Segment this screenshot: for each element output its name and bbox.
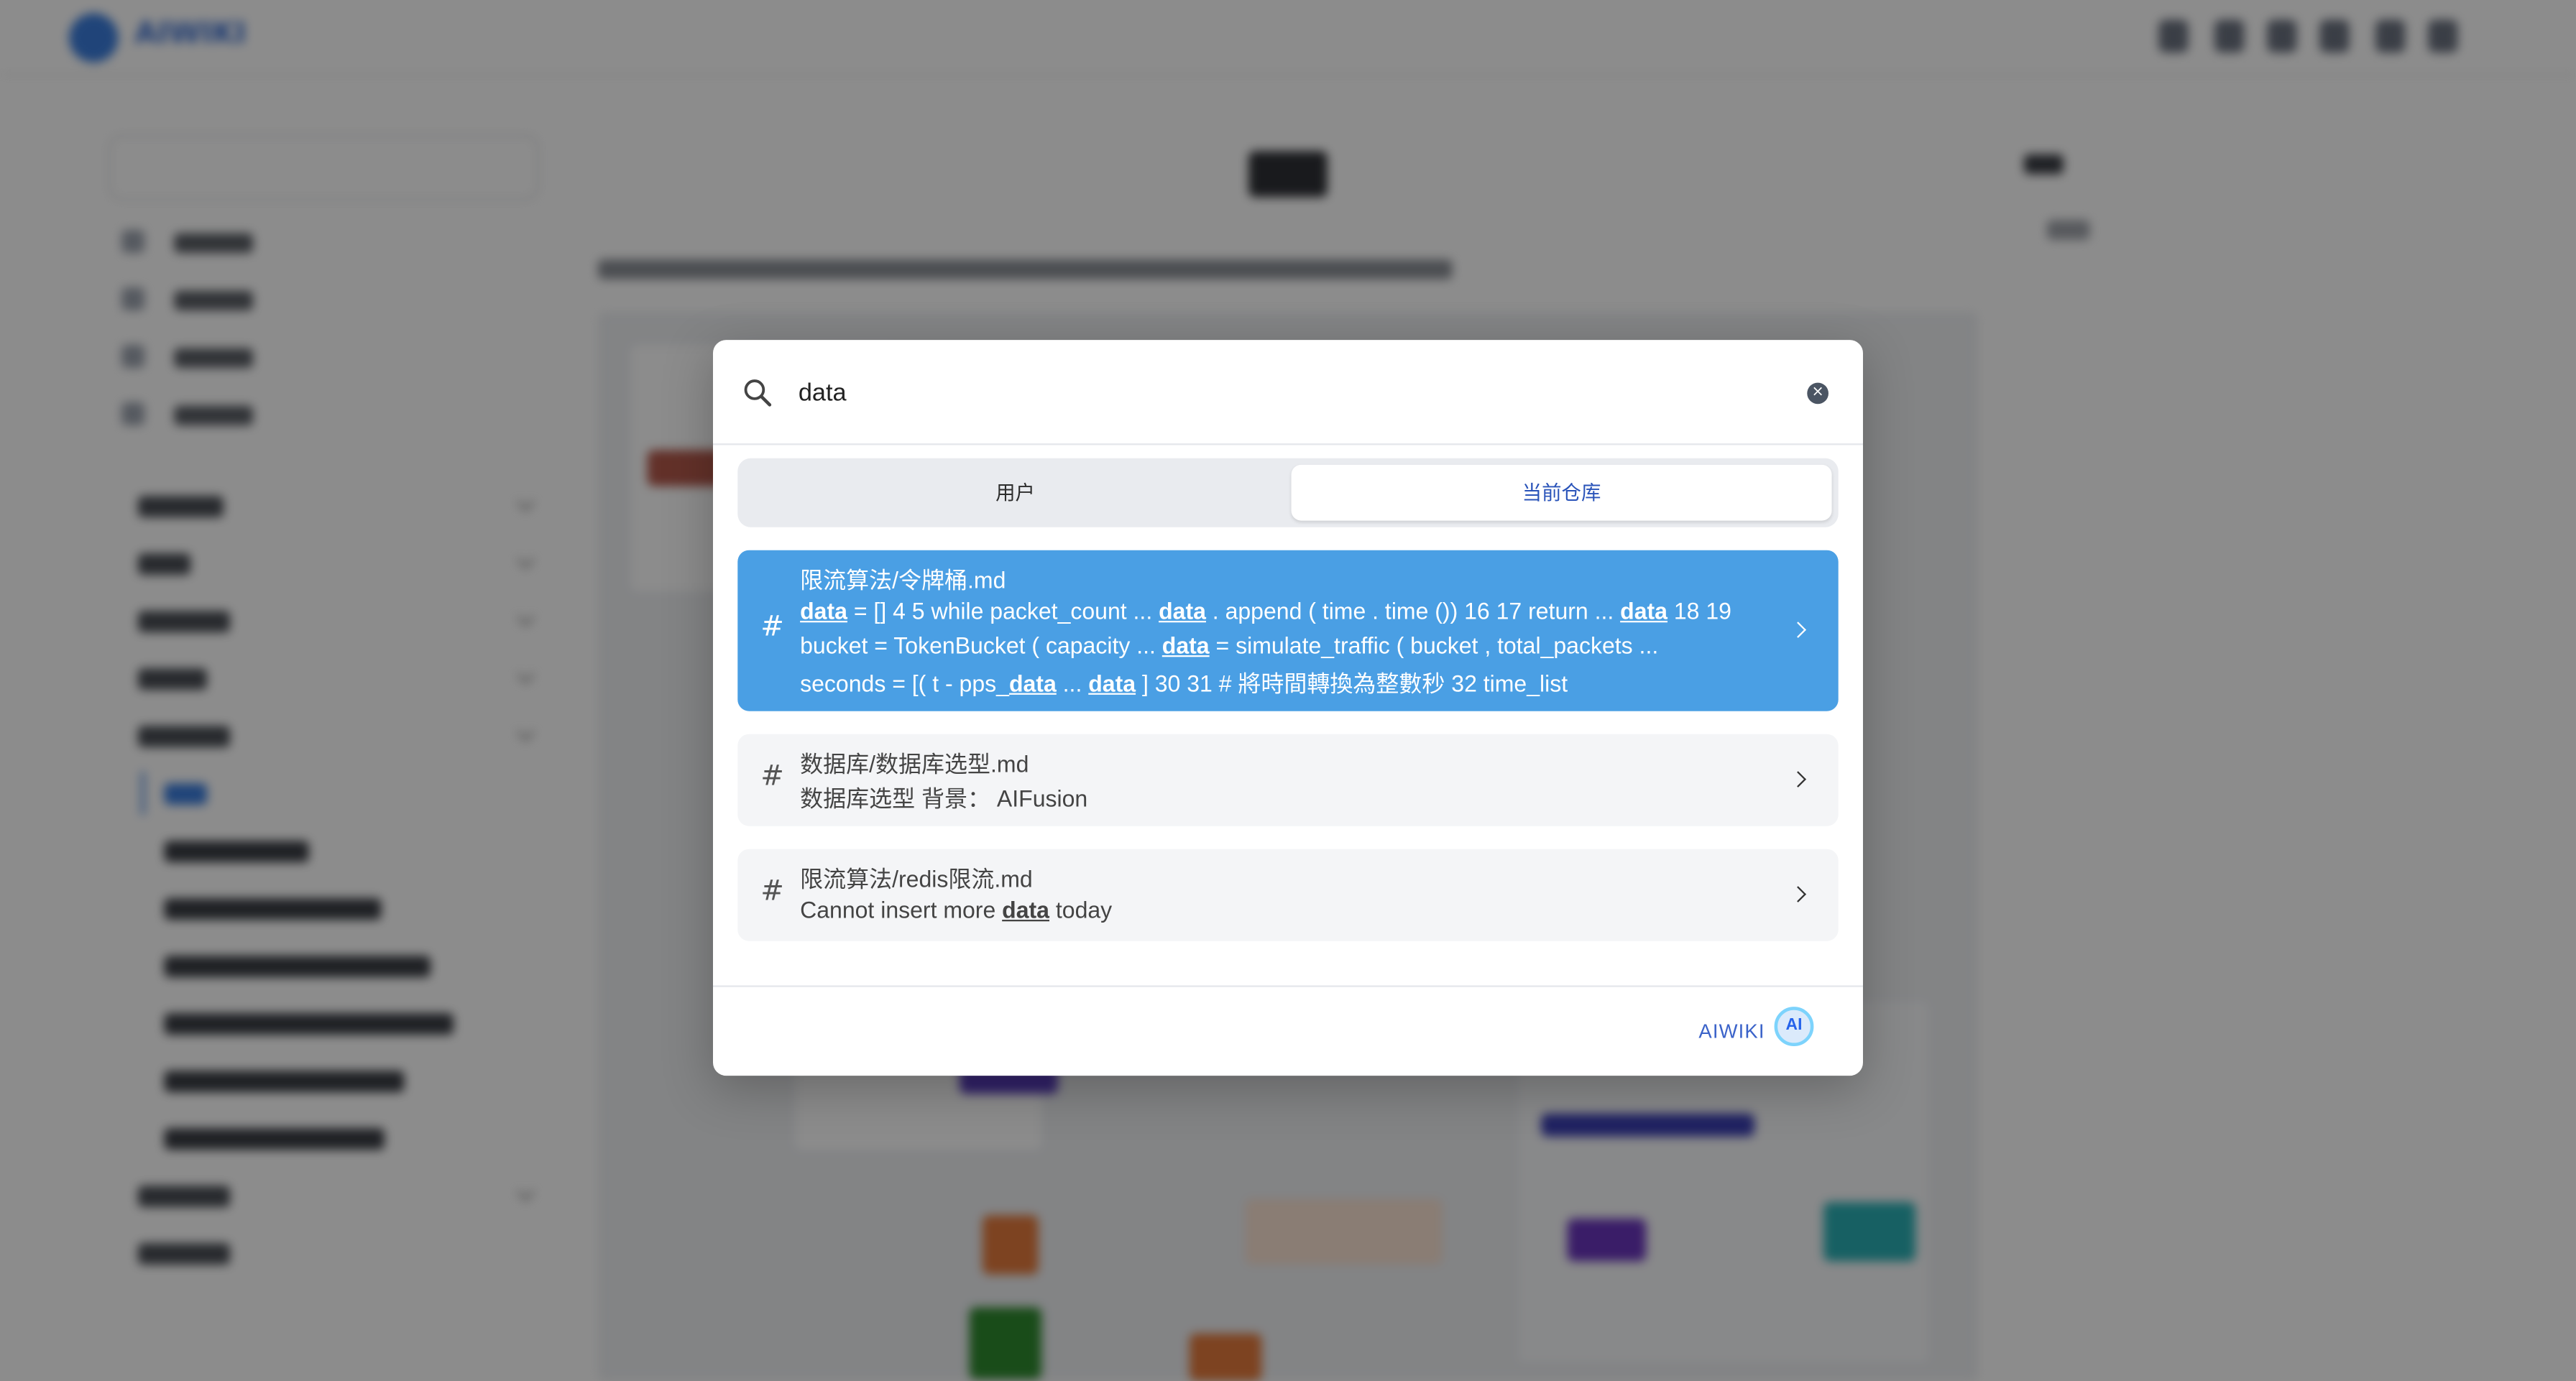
result-title: 限流算法/redis限流.md (800, 865, 1033, 892)
search-result-item[interactable]: # 限流算法/redis限流.md Cannot insert more data … (737, 849, 1839, 941)
snippet-text: Cannot insert more (800, 896, 1003, 923)
snippet-text: ] 30 31 # 將時間轉換為整數秒 32 time_list (1136, 670, 1568, 697)
snippet-text: bucket = TokenBucket ( capacity ... (800, 632, 1162, 659)
match-highlight: data (800, 597, 847, 624)
search-footer: AIWIKI AI (712, 985, 1863, 1076)
chevron-right-icon (1790, 771, 1807, 788)
search-result-item[interactable]: # 限流算法/令牌桶.md data = [] 4 5 while packet_c… (737, 550, 1839, 711)
search-input[interactable] (798, 372, 1785, 412)
chevron-right-icon (1790, 622, 1807, 638)
hash-icon: # (760, 611, 784, 644)
result-title: 数据库/数据库选型.md (800, 750, 1029, 777)
result-snippet-line: Cannot insert more data today (800, 897, 1112, 923)
search-icon (744, 379, 772, 407)
scope-tabs: 用户 当前仓库 (737, 458, 1839, 527)
search-dialog: × 用户 当前仓库 # 限流算法/令牌桶.md data = [] 4 5 whil… (712, 340, 1863, 1076)
footer-logo: AI (1774, 1007, 1814, 1046)
result-snippet-line: seconds = [( t - pps_data ... data ] 30 … (800, 667, 1568, 700)
snippet-text: = simulate_traffic ( bucket , total_pack… (1209, 632, 1659, 659)
snippet-text: 数据库选型 背景： AIFusion (800, 785, 1088, 812)
tab-current-repo[interactable]: 当前仓库 (1291, 464, 1832, 521)
result-snippet-line: bucket = TokenBucket ( capacity ... data… (800, 632, 1658, 659)
snippet-text: . append ( time . time ()) 16 17 return … (1205, 597, 1621, 624)
clear-icon[interactable]: × (1807, 382, 1828, 405)
snippet-text: ... (1056, 670, 1089, 697)
result-title: 限流算法/令牌桶.md (800, 566, 1006, 593)
match-highlight: data (1162, 632, 1210, 659)
result-snippet-line: data = [] 4 5 while packet_count ... dat… (800, 598, 1731, 624)
snippet-text: today (1049, 896, 1113, 923)
chevron-right-icon (1790, 886, 1807, 902)
hash-icon: # (760, 875, 784, 908)
search-bar: × (712, 340, 1863, 445)
snippet-text: = [] 4 5 while packet_count ... (847, 597, 1159, 624)
match-highlight: data (1002, 896, 1049, 923)
match-highlight: data (1620, 597, 1668, 624)
match-highlight: data (1008, 670, 1057, 697)
hash-icon: # (760, 760, 784, 793)
snippet-text: seconds = [( t - pps_ (800, 670, 1009, 697)
page: AIWIKI data × 用户 当前仓库 # 限流算法/令牌桶.md data… (0, 0, 2576, 1381)
viewport: AIWIKI data × 用户 当前仓库 # 限流算法/令牌桶.md data… (0, 0, 2576, 1381)
match-highlight: data (1088, 670, 1136, 697)
snippet-text: 18 19 (1667, 597, 1731, 624)
search-result-item[interactable]: # 数据库/数据库选型.md 数据库选型 背景： AIFusion (737, 734, 1839, 826)
footer-brand: AIWIKI (1698, 1020, 1765, 1043)
match-highlight: data (1159, 597, 1206, 624)
result-snippet-line: 数据库选型 背景： AIFusion (800, 782, 1087, 815)
tab-user[interactable]: 用户 (744, 465, 1286, 521)
